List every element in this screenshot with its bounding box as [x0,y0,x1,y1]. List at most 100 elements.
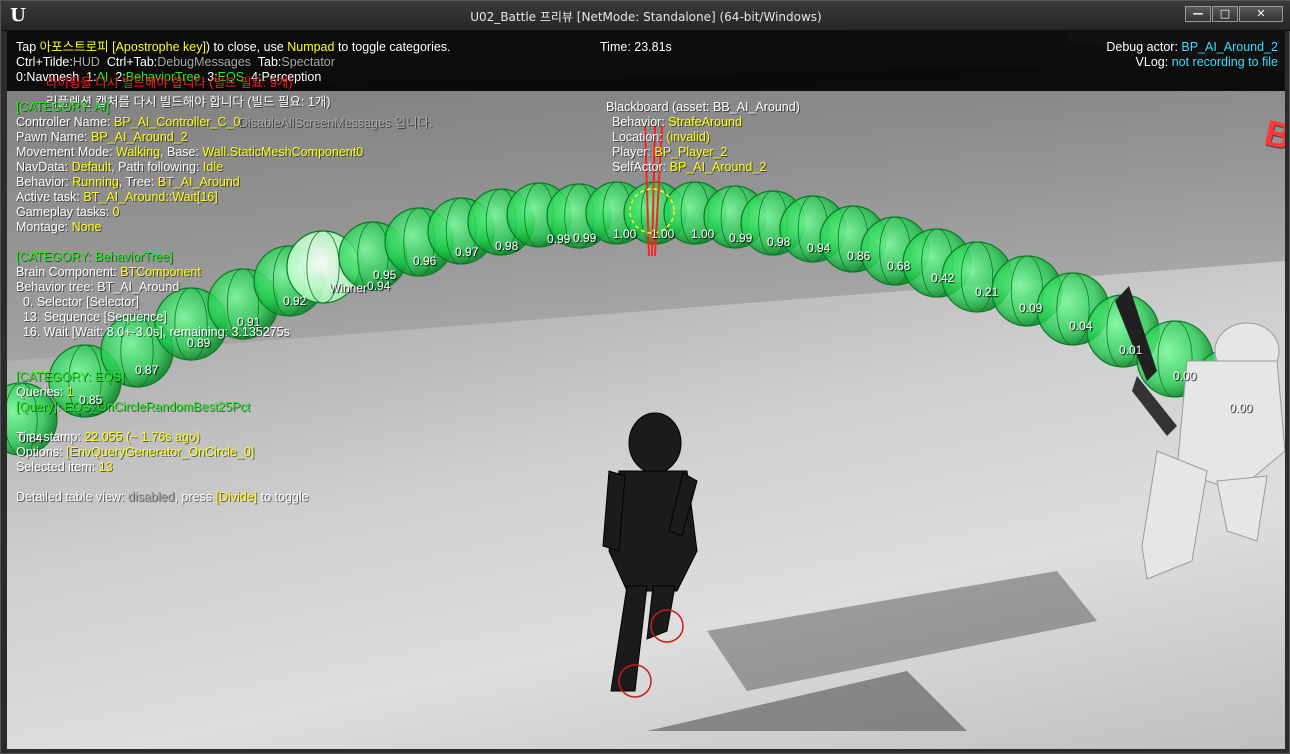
behavior-value: Running [72,175,119,189]
vlog-line: VLog: not recording to file [1136,55,1278,70]
behavior-line: Behavior: Running, Tree: BT_AI_Around [16,175,240,190]
montage-line: Montage: None [16,220,101,235]
bb-player-value: BP_Player_2 [654,145,728,159]
options-value: [EnvQueryGenerator_OnCircle_0] [66,445,255,459]
hud-key-apostrophe: 아포스트로피 [Apostrophe key] [39,40,206,54]
hud-toggle-spectator: Spectator [281,55,335,69]
eqs-score-label: 0.98 [495,239,519,253]
eqs-score-label: 0.21 [975,285,999,299]
eqs-score-label: 0.97 [455,245,479,259]
eqs-score-label: 0.89 [187,336,211,350]
character-shadow-2 [647,671,967,731]
eqs-score-label: 0.42 [931,271,955,285]
controller-name-value: BP_AI_Controller_C_0 [113,115,241,129]
hud-key-numpad: Numpad [287,40,335,54]
detailed-table-line: Detailed table view: disabled, press [Di… [16,490,309,505]
hud-text: Controller Name: [16,115,114,129]
player-character[interactable] [602,412,698,692]
pawn-name-value: BP_AI_Around_2 [91,130,188,144]
path-following-value: Idle [202,160,224,174]
title-bar[interactable]: U U02_Battle 프리뷰 [NetMode: Standalone] (… [1,1,1290,31]
vlog-value: not recording to file [1171,55,1278,69]
hud-text: NavData: [16,160,72,174]
selected-item-value: 13 [98,460,113,474]
ai-category-header: [CATEGORY: AI] [16,100,110,114]
eqs-score-label: 0.94 [807,241,831,255]
bb-behavior-value: StrafeAround [668,115,742,129]
game-window: U U02_Battle 프리뷰 [NetMode: Standalone] (… [0,0,1290,754]
debug-actor-value: BP_AI_Around_2 [1181,40,1278,54]
queries-line: Queries: 1 [16,385,74,400]
options-line: Options: [EnvQueryGenerator_OnCircle_0] [16,445,254,460]
active-task-line: Active task: BT_AI_Around::Wait[16] [16,190,218,205]
bt-node-sequence: 13. Sequence [Sequence] [16,310,167,324]
eqs-score-label: 0.96 [413,254,437,268]
bb-behavior-line: Behavior: StrafeAround [612,115,742,130]
hud-text: Selected item: [16,460,99,474]
hud-text: Queries: [16,385,67,399]
behavior-tree-line: Behavior tree: BT_AI_Around [16,280,180,294]
movement-mode-line: Movement Mode: Walking, Base: Wall.Stati… [16,145,363,160]
eqs-score-label: 0.09 [1019,301,1043,315]
hud-text: VLog: [1135,55,1172,69]
brain-component-value: BTComponent [120,265,201,279]
bb-selfactor-line: SelfActor: BP_AI_Around_2 [612,160,766,175]
hud-text: , Tree: [118,175,158,189]
hud-text: SelfActor: [612,160,670,174]
timestamp-line: Timestamp: 22.055 (~ 1.76s ago) [16,430,200,445]
hud-text: Tap [16,40,40,54]
blackboard-header: Blackboard (asset: BB_AI_Around) [606,100,800,114]
gameplay-tasks-value: 0 [112,205,120,219]
hud-help-line-2: Ctrl+Tilde:HUD Ctrl+Tab:DebugMessages Ta… [16,55,335,70]
montage-value: None [71,220,102,234]
hud-text: Location: [612,130,667,144]
eqs-score-label: 0.98 [767,235,791,249]
query-name-line: [Query]: EQS_OnCircleRandomBest25Pct [16,400,251,414]
hud-text: Active task: [16,190,84,204]
disable-messages-hint: DisableAllScreenMessages 입니다. [239,116,433,130]
hud-text: Ctrl+Tilde: [16,55,73,69]
window-title: U02_Battle 프리뷰 [NetMode: Standalone] (64… [470,10,822,24]
bt-node-selector: 0. Selector [Selector] [16,295,139,309]
eqs-score-label: 0.86 [847,249,871,263]
eqs-score-label: 1.00 [651,227,675,241]
hud-text: Debug actor: [1106,40,1182,54]
hud-text: Pawn Name: [16,130,92,144]
maximize-button[interactable]: □ [1212,6,1238,22]
minimize-button[interactable]: — [1185,6,1211,22]
eqs-score-label: 0.99 [547,232,571,246]
window-controls: — □ ✕ [1184,6,1283,22]
gameplay-tasks-line: Gameplay tasks: 0 [16,205,120,220]
hud-text: Behavior: [16,175,73,189]
eqs-category-header: [CATEGORY: EQS] [16,370,125,384]
detailed-table-state: disabled [127,490,175,504]
eqs-score-label: 0.91 [237,315,261,329]
game-viewport[interactable]: Tap 아포스트로피 [Apostrophe key]) to close, u… [7,31,1285,749]
eqs-score-label: 0.99 [729,231,753,245]
timestamp-value: 22.055 (~ 1.76s ago) [84,430,201,444]
hud-toggle-debug-messages: DebugMessages [157,55,252,69]
debug-actor-line: Debug actor: BP_AI_Around_2 [1106,40,1278,55]
base-value: Wall.StaticMeshComponent0 [202,145,364,159]
selected-item-line: Selected item: 13 [16,460,113,475]
eqs-score-label: 0.68 [887,259,911,273]
hud-text: Options: [16,445,67,459]
eqs-score-label: 0.84 [19,431,43,445]
queries-value: 1 [66,385,74,399]
pawn-name-line: Pawn Name: BP_AI_Around_2 [16,130,188,145]
eqs-score-label: 0.04 [1069,319,1093,333]
eqs-score-label: 0.92 [283,294,307,308]
hud-text: Ctrl+Tab: [99,55,158,69]
bt-category-header: [CATEGORY: BehaviorTree] [16,250,173,264]
hud-text: , press [174,490,216,504]
active-task-value: BT_AI_Around::Wait[16] [83,190,218,204]
hud-text: Brain Component: [16,265,121,279]
eqs-score-label: 0.85 [79,393,103,407]
eqs-score-label: 0.87 [135,363,159,377]
hud-text: Movement Mode: [16,145,117,159]
hud-text: Gameplay tasks: [16,205,113,219]
divide-key: [Divide] [215,490,258,504]
close-button[interactable]: ✕ [1239,6,1283,22]
hud-text: Detailed table view: [16,490,128,504]
hud-toggle-hud: HUD [72,55,100,69]
